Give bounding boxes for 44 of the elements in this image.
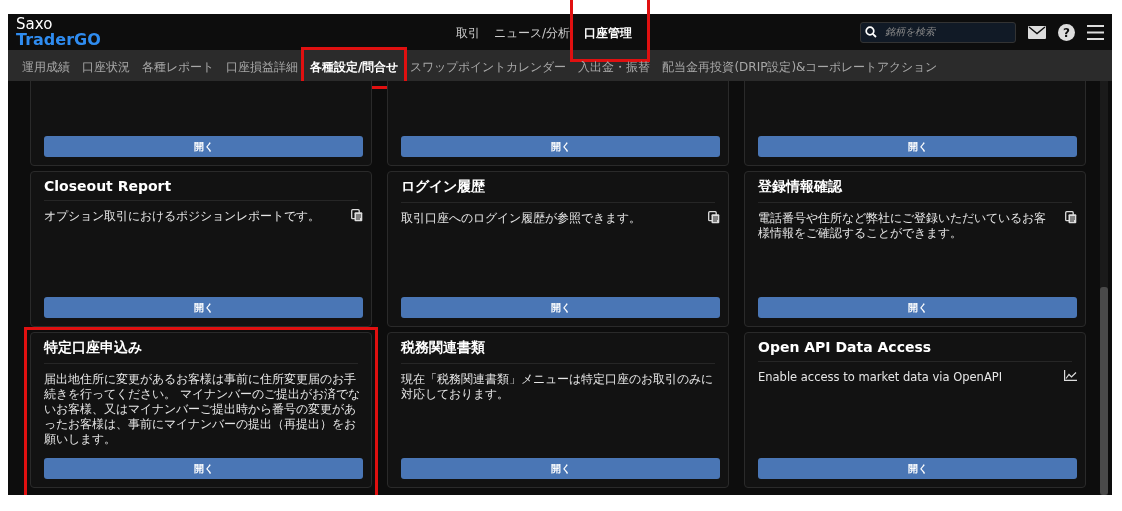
open-button[interactable]: 開く bbox=[401, 297, 720, 318]
subnav-tab[interactable]: スワップポイントカレンダー bbox=[410, 58, 567, 76]
nav-tab[interactable]: 口座管理 bbox=[584, 25, 633, 42]
card-description: Enable access to market data via OpenAPI bbox=[758, 370, 1004, 385]
subnav-tab[interactable]: 配当金再投資(DRIP設定)&コーポレートアクション bbox=[662, 58, 938, 76]
card-title: ログイン履歴 bbox=[401, 172, 715, 203]
subnav-tab[interactable]: 各種設定/問合せ bbox=[310, 58, 399, 76]
open-button[interactable]: 開く bbox=[401, 458, 720, 479]
card-title: 特定口座申込み bbox=[44, 333, 358, 364]
search-field[interactable]: 銘柄を検索 bbox=[860, 21, 1016, 43]
subnav-tab[interactable]: 各種レポート bbox=[142, 58, 214, 76]
open-button[interactable]: 開く bbox=[758, 136, 1077, 157]
card-title: Closeout Report bbox=[44, 172, 358, 201]
mail-icon[interactable] bbox=[1028, 25, 1046, 39]
open-button[interactable]: 開く bbox=[758, 458, 1077, 479]
menu-icon[interactable] bbox=[1087, 24, 1104, 40]
document-icon[interactable] bbox=[1065, 211, 1077, 224]
open-button[interactable]: 開く bbox=[44, 458, 363, 479]
help-icon[interactable]: ? bbox=[1058, 23, 1075, 41]
subnav-tab[interactable]: 口座損益詳細 bbox=[226, 58, 298, 76]
subnav-tab[interactable]: 入出金・振替 bbox=[578, 58, 651, 76]
logo-text: TraderGO bbox=[16, 32, 102, 48]
card-title: 税務関連書類 bbox=[401, 333, 715, 364]
open-button[interactable]: 開く bbox=[44, 136, 363, 157]
open-button[interactable]: 開く bbox=[401, 136, 720, 157]
card-description: 電話番号や住所など弊社にご登録いただいているお客様情報をご確認することができます。 bbox=[758, 211, 1047, 241]
subnav-tab[interactable]: 運用成績 bbox=[22, 58, 70, 76]
open-button[interactable]: 開く bbox=[44, 297, 363, 318]
line-chart-icon[interactable] bbox=[1064, 370, 1077, 381]
card-description: 届出地住所に変更があるお客様は事前に住所変更届のお手続きを行ってください。 マイナンバーのご提出がお済でないお客様、又はマイナンバーご提出時から番号の変更があったお客様は、事前にマイナンバーの提出（再提出）をお願いします。 bbox=[44, 372, 361, 447]
subnav-tab[interactable]: 口座状況 bbox=[82, 58, 130, 76]
card-description: オプション取引におけるポジションレポートです。 bbox=[44, 209, 321, 224]
card-description: 取引口座へのログイン履歴が参照できます。 bbox=[401, 211, 642, 226]
document-icon[interactable] bbox=[708, 211, 720, 224]
document-icon[interactable] bbox=[351, 209, 363, 222]
nav-tab[interactable]: ニュース/分析 bbox=[494, 25, 571, 42]
nav-tab[interactable]: 取引 bbox=[456, 25, 480, 42]
search-icon bbox=[865, 26, 877, 38]
card-description: 現在「税務関連書類」メニューは特定口座のお取引のみに対応しております。 bbox=[401, 372, 714, 402]
scrollbar[interactable] bbox=[1100, 81, 1108, 495]
logo-text: Saxo bbox=[16, 16, 54, 32]
card-title: Open API Data Access bbox=[758, 333, 1072, 362]
open-button[interactable]: 開く bbox=[758, 297, 1077, 318]
card-title: 登録情報確認 bbox=[758, 172, 1072, 203]
